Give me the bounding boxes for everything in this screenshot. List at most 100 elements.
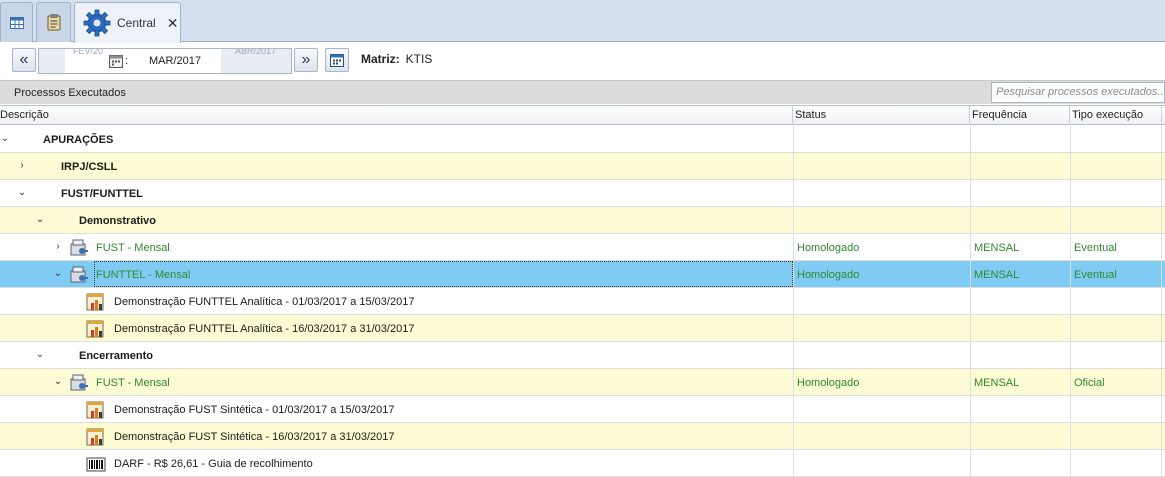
status-cell: Homologado [793,261,970,287]
column-header-descricao[interactable]: Descrição [0,106,793,125]
row-label: APURAÇÕES [43,134,114,146]
gear-icon [83,9,111,37]
report-chart-icon [86,320,104,338]
table-row[interactable]: › IRPJ/CSLL [0,153,1165,180]
table-row[interactable]: ⌄ Demonstrativo [0,207,1165,234]
frequency-cell: MENSAL [970,234,1070,260]
chevron-down-icon[interactable]: ⌄ [35,215,45,225]
column-header-status[interactable]: Status [793,106,970,125]
chevron-down-icon[interactable]: ⌄ [17,188,27,198]
row-label: FUST - Mensal [96,242,170,254]
matriz-value: KTIS [405,52,433,66]
matriz-info: Matriz: KTIS [361,52,432,66]
column-header-frequencia[interactable]: Frequência [970,106,1070,125]
table-row[interactable]: ⌄ APURAÇÕES [0,126,1165,153]
previous-period-button[interactable]: « [12,48,36,72]
grid-header: Descrição Status Frequência Tipo execuçã… [0,105,1165,125]
row-label: FUST/FUNTTEL [61,188,143,200]
execution-type-cell: Oficial [1070,369,1162,395]
table-row[interactable]: Demonstração FUST Sintética - 16/03/2017… [0,423,1165,450]
status-cell [793,153,970,179]
panel-title: Processos Executados [14,87,126,99]
tab-grid[interactable] [0,2,33,42]
column-header-tipo[interactable]: Tipo execução [1070,106,1162,125]
chevron-down-icon[interactable]: ⌄ [53,269,63,279]
frequency-cell [970,153,1070,179]
status-cell [793,180,970,206]
row-label: FUST - Mensal [96,377,170,389]
table-row[interactable]: › FUST - Mensal Homologado MENSAL Eventu… [0,234,1165,261]
previous-period-label: FEV/20 [73,48,104,56]
frequency-cell: MENSAL [970,369,1070,395]
table-grid-icon [9,16,24,29]
execution-type-cell [1070,180,1162,206]
matriz-label: Matriz: [361,52,400,66]
process-tree-grid: Descrição Status Frequência Tipo execuçã… [0,105,1165,477]
row-label: DARF - R$ 26,61 - Guia de recolhimento [114,458,313,470]
process-key-icon [70,239,88,256]
chevron-down-icon[interactable]: ⌄ [53,377,63,387]
frequency-cell [970,396,1070,422]
calendar-pick-icon [330,54,344,67]
row-label: Demonstrativo [79,215,157,227]
execution-type-cell [1070,288,1162,314]
tab-strip: Central ✕ [0,0,1165,43]
next-period-label: ABR/2017 [235,48,277,56]
chevron-right-icon[interactable]: › [17,161,27,171]
tab-central[interactable]: Central ✕ [74,2,181,43]
table-row-selected[interactable]: ⌄ FUNTTEL - Mensal Homologado MENSAL Eve… [0,261,1165,288]
table-row[interactable]: DARF - R$ 26,61 - Guia de recolhimento [0,450,1165,477]
status-cell [793,288,970,314]
execution-type-cell: Eventual [1070,234,1162,260]
process-key-icon [70,374,88,391]
chevron-down-icon[interactable]: ⌄ [0,134,10,144]
frequency-cell [970,180,1070,206]
report-chart-icon [86,428,104,446]
period-selector[interactable]: FEV/20 ABR/2017 : MAR/2017 [38,48,292,74]
barcode-icon [86,457,106,472]
execution-type-cell: Eventual [1070,261,1162,287]
execution-type-cell [1070,342,1162,368]
frequency-cell [970,288,1070,314]
calendar-button[interactable] [325,48,349,72]
frequency-cell [970,423,1070,449]
execution-type-cell [1070,396,1162,422]
table-row[interactable]: Demonstração FUNTTEL Analítica - 16/03/2… [0,315,1165,342]
row-label: Demonstração FUNTTEL Analítica - 01/03/2… [114,296,415,308]
status-cell [793,315,970,341]
period-toolbar: « FEV/20 ABR/2017 : MAR/2017 » Matriz: K… [0,43,1165,78]
row-label: Demonstração FUST Sintética - 01/03/2017… [114,404,395,416]
table-row[interactable]: Demonstração FUST Sintética - 01/03/2017… [0,396,1165,423]
frequency-cell [970,450,1070,476]
next-period-button[interactable]: » [294,48,318,72]
table-row[interactable]: ⌄ FUST/FUNTTEL [0,180,1165,207]
frequency-cell: MENSAL [970,261,1070,287]
frequency-cell [970,207,1070,233]
status-cell [793,207,970,233]
chevron-down-icon[interactable]: ⌄ [35,350,45,360]
status-cell [793,423,970,449]
search-input[interactable]: Pesquisar processos executados... [991,82,1165,103]
period-segment-left [39,49,65,73]
table-row[interactable]: Demonstração FUNTTEL Analítica - 01/03/2… [0,288,1165,315]
close-icon[interactable]: ✕ [167,16,179,30]
execution-type-cell [1070,423,1162,449]
status-cell: Homologado [793,234,970,260]
frequency-cell [970,315,1070,341]
execution-type-cell [1070,153,1162,179]
current-period: MAR/2017 [149,55,201,67]
status-cell [793,342,970,368]
row-label: Demonstração FUNTTEL Analítica - 16/03/2… [114,323,415,335]
double-chevron-left-icon: « [19,51,29,68]
row-label: Encerramento [79,350,153,362]
table-row[interactable]: ⌄ FUST - Mensal Homologado MENSAL Oficia… [0,369,1165,396]
report-chart-icon [86,401,104,419]
frequency-cell [970,342,1070,368]
status-cell [793,450,970,476]
tab-clipboard[interactable] [36,2,71,42]
table-row[interactable]: ⌄ Encerramento [0,342,1165,369]
chevron-right-icon[interactable]: › [53,242,63,252]
status-cell [793,396,970,422]
execution-type-cell [1070,450,1162,476]
calendar-icon [109,55,123,68]
